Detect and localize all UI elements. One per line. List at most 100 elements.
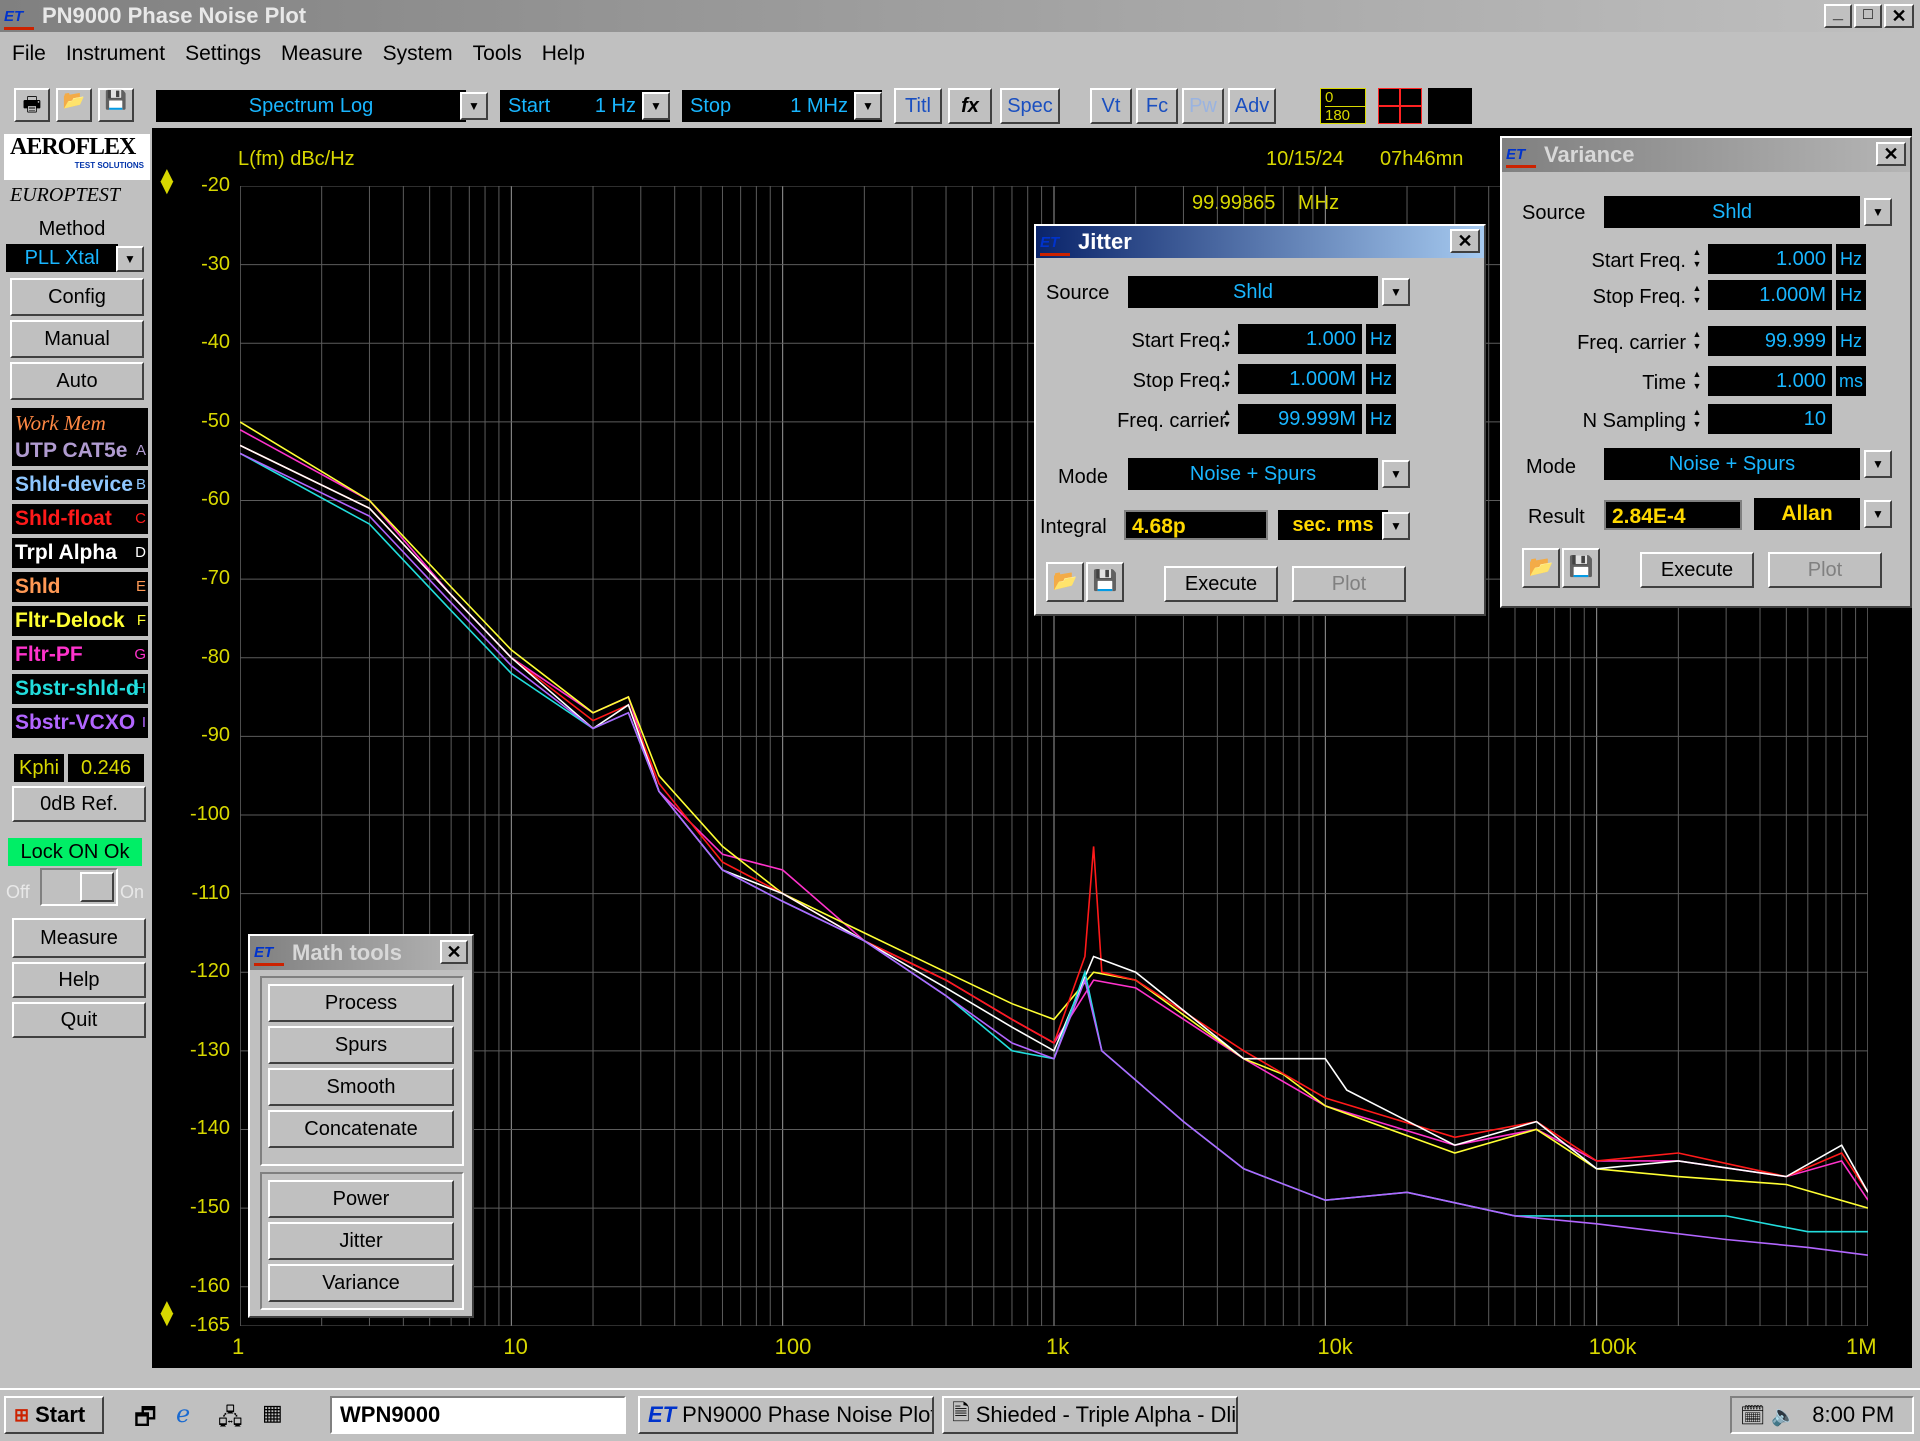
config-button[interactable]: Config (10, 278, 144, 316)
jitter-button[interactable]: Jitter (268, 1222, 454, 1260)
fc-button[interactable]: Fc (1136, 88, 1178, 124)
measure-button[interactable]: Measure (12, 918, 146, 958)
address-box[interactable]: WPN9000 (330, 1396, 626, 1434)
method-select[interactable]: PLL Xtal (6, 244, 118, 272)
jitter-integral-unit[interactable]: sec. rms (1278, 510, 1388, 540)
task-pn9000[interactable]: ET PN9000 Phase Noise Plot (638, 1396, 934, 1434)
memory-item[interactable]: Fltr-PF G (12, 640, 148, 670)
jitter-stop-value[interactable]: 1.000M (1238, 364, 1362, 394)
memory-item[interactable]: Trpl Alpha D (12, 538, 148, 568)
kphi-value[interactable]: 0.246 (68, 754, 144, 782)
vt-button[interactable]: Vt (1090, 88, 1132, 124)
variance-nsamp-value[interactable]: 10 (1708, 404, 1832, 434)
menu-settings[interactable]: Settings (185, 42, 261, 70)
menu-system[interactable]: System (383, 42, 453, 70)
variance-mode-dropdown-icon[interactable]: ▼ (1864, 450, 1892, 478)
smooth-button[interactable]: Smooth (268, 1068, 454, 1106)
method-dropdown-icon[interactable]: ▼ (116, 246, 144, 272)
tray-volume-icon[interactable]: 🔈 (1771, 1403, 1796, 1428)
jitter-unit-dropdown-icon[interactable]: ▼ (1382, 512, 1410, 540)
variance-start-value[interactable]: 1.000 (1708, 244, 1832, 274)
quicklaunch-calculator-icon[interactable]: ▦ (262, 1400, 283, 1426)
menu-tools[interactable]: Tools (473, 42, 522, 70)
jitter-plot-button[interactable]: Plot (1292, 566, 1406, 602)
variance-stop-value[interactable]: 1.000M (1708, 280, 1832, 310)
function-button[interactable]: fx (948, 88, 992, 124)
jitter-open-icon[interactable]: 📂 (1046, 562, 1084, 602)
menu-file[interactable]: File (12, 42, 46, 70)
spurs-button[interactable]: Spurs (268, 1026, 454, 1064)
variance-close-button[interactable]: ✕ (1876, 142, 1906, 166)
spec-button[interactable]: Spec (1000, 88, 1060, 124)
variance-nsamp-spinner[interactable]: ▲ ▼ (1690, 406, 1704, 430)
variance-open-icon[interactable]: 📂 (1522, 548, 1560, 588)
math-tools-close-button[interactable]: ✕ (440, 940, 468, 964)
memory-item[interactable]: Fltr-Delock F (12, 606, 148, 636)
variance-start-spinner[interactable]: ▲ ▼ (1690, 246, 1704, 270)
quicklaunch-network-icon[interactable]: 🖧 (218, 1400, 243, 1438)
phase-indicator[interactable]: 0 180 (1320, 88, 1366, 124)
variance-source-dropdown-icon[interactable]: ▼ (1864, 198, 1892, 226)
print-icon[interactable]: 🖶 (14, 88, 50, 122)
menu-instrument[interactable]: Instrument (66, 42, 165, 70)
jitter-stop-spinner[interactable]: ▲ ▼ (1220, 366, 1234, 390)
help-button[interactable]: Help (12, 962, 146, 998)
work-mem-item[interactable]: Work Mem (12, 408, 148, 438)
variance-save-icon[interactable]: 💾 (1562, 548, 1600, 588)
variance-type-dropdown-icon[interactable]: ▼ (1864, 500, 1892, 528)
jitter-mode-select[interactable]: Noise + Spurs (1128, 458, 1378, 490)
jitter-start-spinner[interactable]: ▲ ▼ (1220, 326, 1234, 350)
jitter-save-icon[interactable]: 💾 (1086, 562, 1124, 602)
jitter-close-button[interactable]: ✕ (1450, 229, 1480, 253)
variance-execute-button[interactable]: Execute (1640, 552, 1754, 588)
lock-toggle-switch[interactable] (40, 868, 118, 906)
jitter-mode-dropdown-icon[interactable]: ▼ (1382, 460, 1410, 488)
quicklaunch-desktop-icon[interactable]: 🗗 (134, 1400, 157, 1441)
maximize-button[interactable]: □ (1854, 4, 1882, 28)
variance-mode-select[interactable]: Noise + Spurs (1604, 448, 1860, 480)
adv-button[interactable]: Adv (1228, 88, 1276, 124)
menu-measure[interactable]: Measure (281, 42, 363, 70)
process-button[interactable]: Process (268, 984, 454, 1022)
variance-source-select[interactable]: Shld (1604, 196, 1860, 228)
memory-item[interactable]: Shld-device B (12, 470, 148, 500)
jitter-source-dropdown-icon[interactable]: ▼ (1382, 278, 1410, 306)
jitter-carrier-value[interactable]: 99.999M (1238, 404, 1362, 434)
lock-toggle-handle[interactable] (80, 872, 114, 902)
quit-button[interactable]: Quit (12, 1002, 146, 1038)
start-button[interactable]: ⊞ Start (4, 1396, 104, 1434)
odb-ref-button[interactable]: 0dB Ref. (12, 786, 146, 822)
stop-dropdown-icon[interactable]: ▼ (854, 92, 882, 120)
minimize-button[interactable]: _ (1824, 3, 1852, 28)
memory-item[interactable]: Sbstr-shld-d H (12, 674, 148, 704)
crosshair-icon[interactable] (1378, 88, 1422, 124)
start-dropdown-icon[interactable]: ▼ (642, 92, 670, 120)
stop-select[interactable]: Stop 1 MHz (682, 90, 882, 122)
title-button[interactable]: Titl (894, 88, 942, 124)
memory-item[interactable]: Shld-float C (12, 504, 148, 534)
variance-time-spinner[interactable]: ▲ ▼ (1690, 368, 1704, 392)
auto-button[interactable]: Auto (10, 362, 144, 400)
memory-item[interactable]: UTP CAT5e A (12, 436, 148, 466)
quicklaunch-ie-icon[interactable]: ℯ (176, 1400, 190, 1429)
variance-plot-button[interactable]: Plot (1768, 552, 1882, 588)
mode-select[interactable]: Spectrum Log (156, 90, 466, 122)
color-swatch[interactable] (1428, 88, 1472, 124)
pw-button[interactable]: Pw (1182, 88, 1224, 124)
memory-item[interactable]: Shld E (12, 572, 148, 602)
memory-item[interactable]: Sbstr-VCXO I (12, 708, 148, 738)
close-button[interactable]: ✕ (1884, 4, 1914, 28)
variance-carrier-value[interactable]: 99.999 (1708, 326, 1832, 356)
menu-help[interactable]: Help (542, 42, 585, 70)
variance-result-type[interactable]: Allan (1754, 498, 1860, 530)
manual-button[interactable]: Manual (10, 320, 144, 358)
jitter-carrier-spinner[interactable]: ▲ ▼ (1220, 406, 1234, 430)
tray-scheduler-icon[interactable]: 🗓 (1740, 1403, 1765, 1428)
jitter-source-select[interactable]: Shld (1128, 276, 1378, 308)
power-button[interactable]: Power (268, 1180, 454, 1218)
save-icon[interactable]: 💾 (98, 88, 134, 122)
task-document[interactable]: 🗎 Shieded - Triple Alpha - Dli... (942, 1396, 1238, 1434)
variance-stop-spinner[interactable]: ▲ ▼ (1690, 282, 1704, 306)
concatenate-button[interactable]: Concatenate (268, 1110, 454, 1148)
mode-dropdown-icon[interactable]: ▼ (460, 92, 488, 120)
